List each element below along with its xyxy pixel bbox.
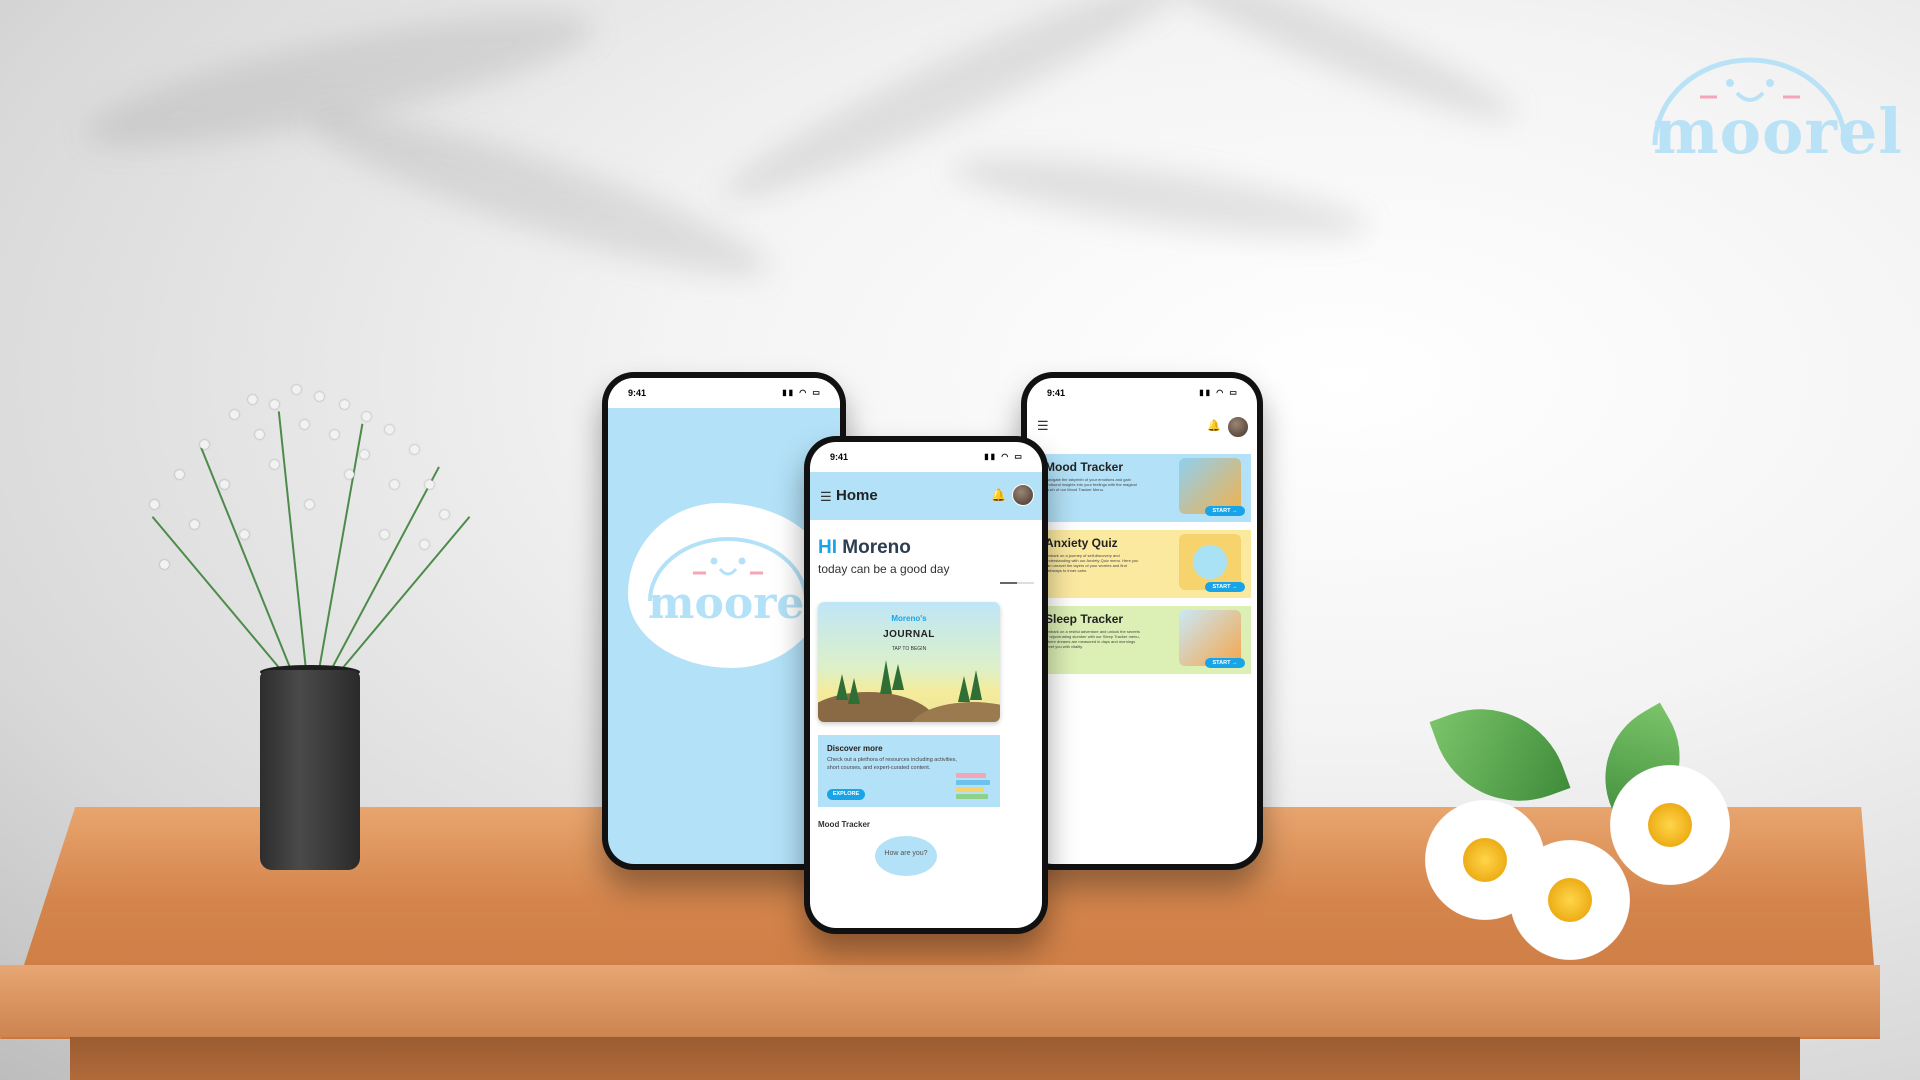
avatar[interactable] [1227, 416, 1249, 438]
signal-wifi-battery-icon: ▮▮ ◠ ▭ [984, 452, 1024, 461]
status-time: 9:41 [628, 388, 647, 398]
status-bar: 9:41 ▮▮ ◠ ▭ [1027, 378, 1257, 404]
avatar[interactable] [1012, 484, 1034, 506]
card-title: Anxiety Quiz [1045, 536, 1118, 550]
journal-owner: Moreno's [891, 614, 927, 623]
card-title: Sleep Tracker [1045, 612, 1124, 626]
start-button[interactable]: START → [1205, 506, 1245, 516]
feature-card-sleep-tracker[interactable]: Sleep Tracker Embark on a restful advent… [1027, 606, 1251, 674]
wooden-table-base [70, 1037, 1800, 1080]
page-title: Home [836, 487, 878, 504]
explore-button[interactable]: EXPLORE [827, 789, 865, 800]
home-phone: 9:41 ▮▮ ◠ ▭ ☰ Home 🔔 HI Moreno today can… [804, 436, 1048, 934]
card-description: Embark on a journey of self-discovery an… [1045, 553, 1139, 573]
status-bar: 9:41 ▮▮ ◠ ▭ [810, 442, 1042, 468]
books-illustration [956, 773, 992, 803]
journal-card[interactable]: Moreno's JOURNAL TAP TO BEGIN [818, 602, 1000, 722]
mood-prompt: How are you? [884, 850, 928, 857]
wooden-table-edge [0, 965, 1880, 1037]
status-time: 9:41 [1047, 388, 1066, 398]
status-time: 9:41 [830, 452, 849, 462]
bell-icon[interactable]: 🔔 [991, 488, 1006, 502]
journal-title: JOURNAL [883, 629, 935, 640]
greeting-subtitle: today can be a good day [818, 562, 950, 576]
mood-tracker-label: Mood Tracker [818, 820, 871, 829]
home-screen: 9:41 ▮▮ ◠ ▭ ☰ Home 🔔 HI Moreno today can… [810, 442, 1042, 928]
discover-card: Discover more Check out a plethora of re… [818, 735, 1000, 807]
brand-wordmark: moorel [1653, 95, 1903, 168]
status-bar: 9:41 ▮▮ ◠ ▭ [608, 378, 840, 408]
brand-logo: moorel [1645, 35, 1902, 168]
home-app-bar: ☰ Home 🔔 [810, 472, 1042, 520]
signal-wifi-battery-icon: ▮▮ ◠ ▭ [782, 388, 822, 397]
carousel-progress-fill [1000, 582, 1017, 584]
start-button[interactable]: START → [1205, 658, 1245, 668]
feature-card-anxiety-quiz[interactable]: Anxiety Quiz Embark on a journey of self… [1027, 530, 1251, 598]
signal-wifi-battery-icon: ▮▮ ◠ ▭ [1199, 388, 1239, 397]
greeting-name: Moreno [842, 537, 911, 558]
carousel-progress [1000, 582, 1034, 584]
bell-icon[interactable]: 🔔 [1207, 419, 1221, 432]
greeting-hi: HI [818, 537, 837, 558]
hamburger-icon[interactable]: ☰ [1037, 418, 1049, 434]
discover-title: Discover more [827, 744, 883, 753]
card-description: Navigate the labyrinth of your emotions … [1045, 477, 1137, 492]
discover-body: Check out a plethora of resources includ… [827, 757, 957, 771]
start-button[interactable]: START → [1205, 582, 1245, 592]
mood-tracker-widget[interactable]: How are you? [875, 836, 937, 876]
splash-wordmark: moorel [648, 578, 822, 629]
hamburger-icon[interactable]: ☰ [820, 489, 832, 505]
features-phone: 9:41 ▮▮ ◠ ▭ ☰ 🔔 Mood Tracker Navigate th… [1021, 372, 1263, 870]
features-screen: 9:41 ▮▮ ◠ ▭ ☰ 🔔 Mood Tracker Navigate th… [1027, 378, 1257, 864]
greeting: HI Moreno [818, 537, 911, 559]
top-bar: ☰ 🔔 [1027, 408, 1257, 444]
card-description: Embark on a restful adventure and unlock… [1045, 629, 1140, 649]
feature-card-mood-tracker[interactable]: Mood Tracker Navigate the labyrinth of y… [1027, 454, 1251, 522]
journal-cta: TAP TO BEGIN [891, 646, 927, 652]
card-title: Mood Tracker [1045, 460, 1124, 474]
